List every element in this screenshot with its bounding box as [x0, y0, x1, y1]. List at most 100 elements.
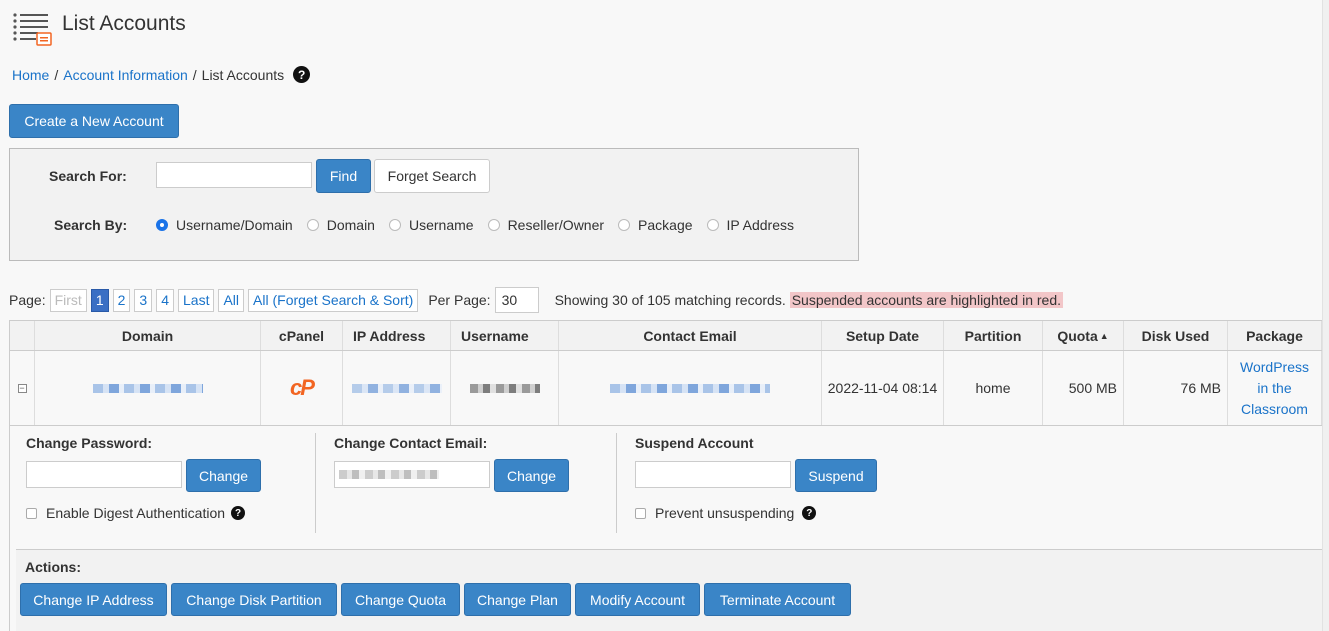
change-email-label: Change Contact Email:	[334, 435, 488, 451]
change-password-label: Change Password:	[26, 435, 153, 451]
breadcrumb-home[interactable]: Home	[12, 67, 49, 83]
change-password-button[interactable]: Change	[186, 459, 261, 492]
row-domain[interactable]	[35, 351, 261, 425]
column-cpanel: cPanel	[261, 321, 343, 350]
change-ip-address-button[interactable]: Change IP Address	[20, 583, 167, 616]
collapse-icon[interactable]: −	[17, 383, 27, 393]
breadcrumb-current: List Accounts	[201, 66, 285, 83]
radio-label: IP Address	[726, 217, 794, 233]
search-by-domain[interactable]: Domain	[306, 217, 375, 233]
redacted-ip	[351, 383, 442, 393]
collapse-cell: −	[10, 351, 35, 425]
action-buttons: Change IP Address Change Disk Partition …	[20, 583, 851, 616]
find-button[interactable]: Find	[316, 159, 371, 193]
radio-selected-icon[interactable]	[156, 219, 168, 231]
radio-label: Username/Domain	[176, 217, 293, 233]
checkbox-icon[interactable]	[635, 507, 646, 519]
suspend-reason-input[interactable]	[635, 461, 791, 488]
row-setup-date: 2022-11-04 08:14	[822, 351, 944, 425]
column-setup-date[interactable]: Setup Date	[822, 321, 944, 350]
radio-label: Reseller/Owner	[507, 217, 605, 233]
help-icon[interactable]: ?	[293, 66, 311, 83]
radio-icon[interactable]	[706, 219, 719, 231]
change-disk-partition-button[interactable]: Change Disk Partition	[171, 583, 337, 616]
page-all[interactable]: All	[218, 288, 245, 312]
search-by-username[interactable]: Username	[388, 217, 474, 233]
change-email-button[interactable]: Change	[494, 459, 569, 492]
help-icon[interactable]: ?	[802, 506, 817, 520]
checkbox-icon[interactable]	[26, 507, 37, 519]
radio-label: Username	[408, 217, 474, 233]
redacted-email-value	[339, 470, 439, 479]
radio-icon[interactable]	[618, 219, 631, 231]
modify-account-button[interactable]: Modify Account	[575, 583, 700, 616]
email-input[interactable]	[334, 461, 490, 488]
per-page-input[interactable]	[494, 287, 539, 313]
suspend-button[interactable]: Suspend	[795, 459, 877, 492]
breadcrumb-separator: /	[54, 66, 59, 83]
create-account-button[interactable]: Create a New Account	[9, 104, 179, 138]
column-partition[interactable]: Partition	[944, 321, 1043, 350]
change-plan-button[interactable]: Change Plan	[464, 583, 571, 616]
search-by-package[interactable]: Package	[618, 217, 693, 233]
radio-icon[interactable]	[487, 219, 500, 231]
radio-icon[interactable]	[306, 219, 319, 231]
search-by-username-domain[interactable]: Username/Domain	[156, 217, 293, 233]
column-disk-used[interactable]: Disk Used	[1124, 321, 1228, 350]
terminate-account-button[interactable]: Terminate Account	[704, 583, 851, 616]
prevent-unsuspending-option[interactable]: Prevent unsuspending ?	[635, 505, 817, 521]
cpanel-logo-icon[interactable]: cP	[290, 375, 315, 401]
row-username	[451, 351, 559, 425]
page-last[interactable]: Last	[178, 288, 215, 312]
column-quota[interactable]: Quota ▲	[1043, 321, 1124, 350]
row-disk-used: 76 MB	[1124, 351, 1228, 425]
actions-area: Actions: Change IP Address Change Disk P…	[16, 549, 1329, 631]
package-link[interactable]: WordPress in the Classroom	[1234, 357, 1315, 420]
redacted-username	[469, 383, 540, 393]
column-package[interactable]: Package	[1228, 321, 1322, 350]
help-icon[interactable]: ?	[231, 506, 246, 520]
list-icon	[12, 10, 54, 48]
per-page-label: Per Page:	[428, 292, 491, 308]
page-2[interactable]: 2	[112, 288, 131, 312]
search-by-reseller-owner[interactable]: Reseller/Owner	[487, 217, 605, 233]
digest-auth-option[interactable]: Enable Digest Authentication ?	[26, 505, 246, 521]
divider	[315, 433, 316, 533]
search-by-ip-address[interactable]: IP Address	[706, 217, 794, 233]
password-input[interactable]	[26, 461, 182, 488]
table-row: − cP 2022-11-04 08:14 home 500 MB 76 MB …	[9, 351, 1329, 426]
page-label: Page:	[9, 292, 46, 308]
column-quota-label: Quota	[1057, 327, 1098, 344]
change-quota-button[interactable]: Change Quota	[341, 583, 460, 616]
page-1[interactable]: 1	[90, 288, 109, 312]
column-username[interactable]: Username	[451, 321, 559, 350]
radio-icon[interactable]	[388, 219, 401, 231]
actions-label: Actions:	[25, 559, 81, 575]
search-by-label: Search By:	[54, 217, 128, 233]
page-4[interactable]: 4	[156, 288, 174, 312]
search-panel: Search For: Find Forget Search Search By…	[9, 148, 859, 261]
row-partition: home	[944, 351, 1043, 425]
forget-search-button[interactable]: Forget Search	[374, 159, 490, 193]
page-all-forget[interactable]: All (Forget Search & Sort)	[248, 288, 419, 312]
table-header: Domain cPanel IP Address Username Contac…	[9, 320, 1329, 351]
breadcrumb-account-information[interactable]: Account Information	[63, 67, 188, 83]
records-count: Showing 30 of 105 matching records.	[554, 292, 786, 308]
row-package[interactable]: WordPress in the Classroom	[1228, 351, 1322, 425]
divider	[616, 433, 617, 533]
row-cpanel[interactable]: cP	[261, 351, 343, 425]
row-ip-address	[343, 351, 451, 425]
row-contact-email	[559, 351, 822, 425]
column-domain[interactable]: Domain	[35, 321, 261, 350]
radio-label: Package	[638, 217, 693, 233]
redacted-email	[610, 383, 770, 393]
redacted-domain	[92, 383, 203, 393]
expand-column	[10, 321, 35, 350]
page-first: First	[49, 288, 87, 312]
search-input[interactable]	[156, 162, 312, 188]
suspended-note: Suspended accounts are highlighted in re…	[789, 292, 1064, 308]
page-3[interactable]: 3	[134, 288, 153, 312]
scrollbar[interactable]	[1322, 0, 1329, 631]
column-ip-address[interactable]: IP Address	[343, 321, 451, 350]
column-contact-email[interactable]: Contact Email	[559, 321, 822, 350]
